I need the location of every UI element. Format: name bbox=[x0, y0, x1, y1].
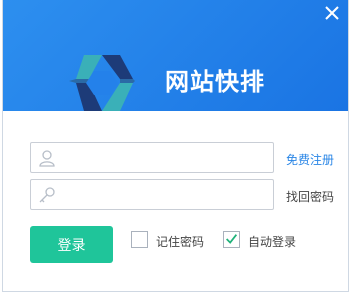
auto-login-checkbox[interactable] bbox=[223, 231, 240, 248]
user-icon bbox=[39, 150, 55, 167]
remember-password-checkbox[interactable] bbox=[131, 231, 148, 248]
key-icon bbox=[39, 187, 55, 203]
register-link[interactable]: 免费注册 bbox=[286, 151, 334, 168]
recover-password-link[interactable]: 找回密码 bbox=[286, 188, 334, 205]
login-button[interactable]: 登录 bbox=[30, 226, 113, 263]
hexagon-logo-icon bbox=[69, 55, 135, 111]
checkmark-icon bbox=[226, 234, 238, 244]
app-title: 网站快排 bbox=[165, 68, 265, 96]
login-window: 网站快排 免费注册 找回密码 登录 记住密码 自动登录 bbox=[2, 0, 349, 292]
username-field[interactable] bbox=[30, 142, 274, 173]
password-input[interactable] bbox=[61, 180, 271, 209]
remember-password-label: 记住密码 bbox=[156, 235, 205, 249]
header-banner: 网站快排 bbox=[3, 0, 348, 111]
close-icon[interactable] bbox=[323, 4, 341, 22]
auto-login-label: 自动登录 bbox=[248, 235, 297, 249]
password-field[interactable] bbox=[30, 179, 274, 210]
username-input[interactable] bbox=[61, 143, 271, 172]
